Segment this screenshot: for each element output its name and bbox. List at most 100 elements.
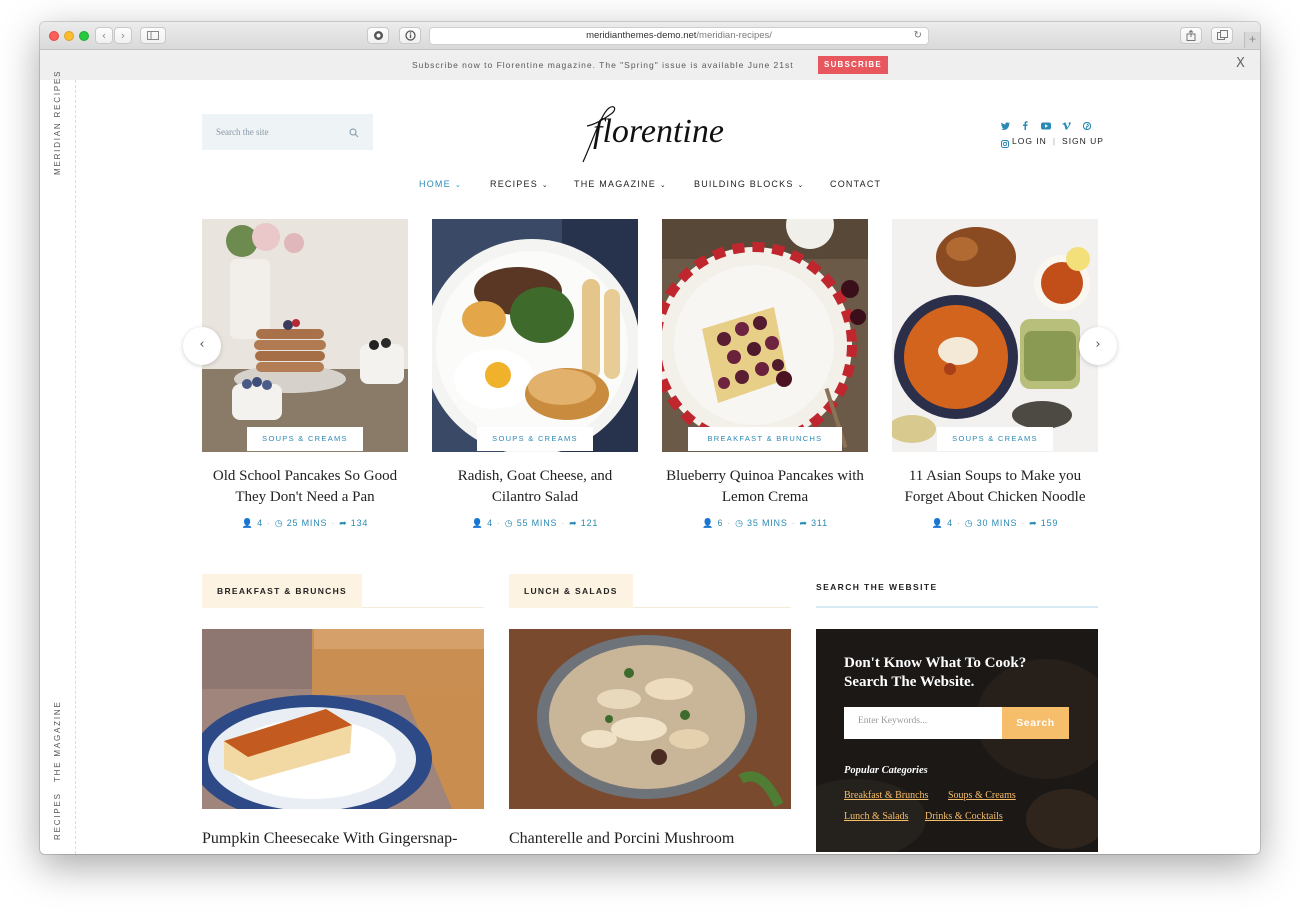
chevron-left-icon: ‹: [199, 337, 205, 352]
category-tag[interactable]: SOUPS & CREAMS: [937, 427, 1053, 451]
logo-text: florentine: [593, 113, 724, 150]
reload-icon[interactable]: ↻: [914, 28, 922, 44]
recipe-title[interactable]: Radish, Goat Cheese, and Cilantro Salad: [432, 466, 638, 508]
sidebar-toggle-icon[interactable]: [140, 27, 166, 44]
nav-item-the-magazine[interactable]: THE MAGAZINE ⌄: [574, 179, 667, 189]
search-icon[interactable]: [349, 125, 359, 143]
popular-categories-title: Popular Categories: [844, 765, 928, 776]
search-button[interactable]: Search: [1002, 707, 1069, 739]
cook-time: 30 MINS: [976, 518, 1018, 528]
keyword-input[interactable]: Enter Keywords...: [844, 707, 1002, 739]
minimize-window-button[interactable]: [64, 31, 74, 41]
recipe-image-blueberry-pancake[interactable]: [662, 219, 868, 452]
subscribe-button[interactable]: SUBSCRIBE: [818, 56, 888, 74]
widget-heading-text: SEARCH THE WEBSITE: [816, 582, 938, 592]
widget-title: Don't Know What To Cook? Search The Webs…: [844, 654, 1026, 692]
nav-item-recipes[interactable]: RECIPES ⌄: [490, 179, 549, 189]
recipe-title[interactable]: Blueberry Quinoa Pancakes with Lemon Cre…: [662, 466, 868, 508]
servings-icon: 👤: [931, 518, 944, 528]
servings-icon: 👤: [702, 518, 715, 528]
share-count: 311: [811, 518, 828, 528]
instagram-icon[interactable]: [1000, 140, 1010, 150]
address-bar[interactable]: meridianthemes-demo.net/meridian-recipes…: [429, 27, 929, 45]
back-icon[interactable]: ‹: [95, 27, 113, 44]
carousel-next-button[interactable]: ›: [1079, 327, 1117, 365]
clock-icon: ◷: [274, 518, 284, 528]
category-link-drinks[interactable]: Drinks & Cocktails: [925, 811, 1003, 822]
rail-link-recipes[interactable]: RECIPES: [53, 792, 62, 840]
zoom-window-button[interactable]: [79, 31, 89, 41]
new-tab-icon[interactable]: +: [1244, 32, 1260, 48]
nav-label: THE MAGAZINE: [574, 179, 656, 189]
login-link[interactable]: LOG IN: [1012, 136, 1047, 146]
share-count: 134: [350, 518, 369, 528]
category-tag[interactable]: BREAKFAST & BRUNCHS: [688, 427, 842, 451]
servings-count: 4: [257, 518, 263, 528]
info-icon[interactable]: [399, 27, 421, 44]
recipe-image-salad-plate[interactable]: [432, 219, 638, 452]
url-host: meridianthemes-demo.net: [586, 30, 697, 41]
category-tag[interactable]: SOUPS & CREAMS: [247, 427, 363, 451]
nav-label: CONTACT: [830, 179, 882, 189]
recipe-image-asian-soup[interactable]: [892, 219, 1098, 452]
rail-site-title[interactable]: MERIDIAN RECIPES: [53, 70, 62, 175]
rail-link-magazine[interactable]: THE MAGAZINE: [53, 700, 62, 782]
nav-label: RECIPES: [490, 179, 538, 189]
tabs-overview-icon[interactable]: [1211, 27, 1233, 44]
social-links: [994, 117, 1100, 148]
section-label[interactable]: BREAKFAST & BRUNCHS: [202, 574, 363, 608]
chevron-down-icon: ⌄: [541, 182, 549, 189]
widget-title-line1: Don't Know What To Cook?: [844, 655, 1027, 671]
category-link-lunch[interactable]: Lunch & Salads: [844, 811, 908, 822]
privacy-icon[interactable]: [367, 27, 389, 44]
share-icon: ➦: [799, 518, 808, 528]
clock-icon: ◷: [964, 518, 974, 528]
close-notice-icon[interactable]: X: [1236, 56, 1245, 71]
widget-title-line2: Search The Website.: [844, 674, 975, 690]
chevron-right-icon: ›: [1095, 337, 1101, 352]
share-icon: ➦: [1029, 518, 1038, 528]
forward-icon[interactable]: ›: [114, 27, 132, 44]
clock-icon: ◷: [735, 518, 744, 528]
recipe-meta: 👤 6 · ◷ 35 MINS · ➦ 311: [702, 518, 828, 528]
category-link-breakfast[interactable]: Breakfast & Brunchs: [844, 790, 928, 801]
section-label[interactable]: LUNCH & SALADS: [509, 574, 633, 608]
clock-icon: ◷: [504, 518, 514, 528]
youtube-icon[interactable]: [1040, 122, 1051, 132]
share-count: 121: [580, 518, 599, 528]
facebook-icon[interactable]: [1020, 121, 1030, 132]
widget-heading: SEARCH THE WEBSITE: [816, 582, 1098, 608]
post-title[interactable]: Chanterelle and Porcini Mushroom: [509, 830, 734, 848]
share-icon[interactable]: [1180, 27, 1202, 44]
close-window-button[interactable]: [49, 31, 59, 41]
post-image-mushrooms[interactable]: [509, 629, 791, 809]
site-logo[interactable]: florentine: [575, 100, 725, 170]
share-icon: ➦: [569, 518, 578, 528]
nav-item-home[interactable]: HOME ⌄: [419, 179, 462, 189]
carousel-prev-button[interactable]: ‹: [183, 327, 221, 365]
site-search-input[interactable]: Search the site: [202, 114, 373, 150]
category-link-soups[interactable]: Soups & Creams: [948, 790, 1016, 801]
browser-toolbar: ‹ › meridianthemes-demo.net/meridian-rec…: [40, 22, 1260, 50]
post-title[interactable]: Pumpkin Cheesecake With Gingersnap-: [202, 830, 457, 848]
recipe-title[interactable]: Old School Pancakes So Good They Don't N…: [202, 466, 408, 508]
search-placeholder: Search the site: [216, 127, 269, 137]
signup-link[interactable]: SIGN UP: [1062, 136, 1104, 146]
recipe-image-pancakes[interactable]: [202, 219, 408, 452]
category-tag[interactable]: SOUPS & CREAMS: [477, 427, 593, 451]
twitter-icon[interactable]: [1000, 122, 1010, 132]
post-image-cheesecake[interactable]: [202, 629, 484, 809]
section-header-lunch: LUNCH & SALADS: [509, 574, 791, 608]
nav-item-building-blocks[interactable]: BUILDING BLOCKS ⌄: [694, 179, 805, 189]
recipe-title[interactable]: 11 Asian Soups to Make you Forget About …: [892, 466, 1098, 508]
servings-count: 4: [947, 518, 953, 528]
nav-item-contact[interactable]: CONTACT: [830, 179, 881, 189]
nav-label: BUILDING BLOCKS: [694, 179, 794, 189]
recipe-meta: 👤 4 · ◷ 30 MINS · ➦ 159: [931, 518, 1059, 528]
pinterest-icon[interactable]: [1082, 121, 1092, 132]
nav-label: HOME: [419, 179, 451, 189]
notice-text: Subscribe now to Florentine magazine. Th…: [412, 60, 794, 70]
chevron-down-icon: ⌄: [454, 182, 462, 189]
vimeo-icon[interactable]: [1061, 122, 1071, 132]
share-icon: ➦: [339, 518, 348, 528]
